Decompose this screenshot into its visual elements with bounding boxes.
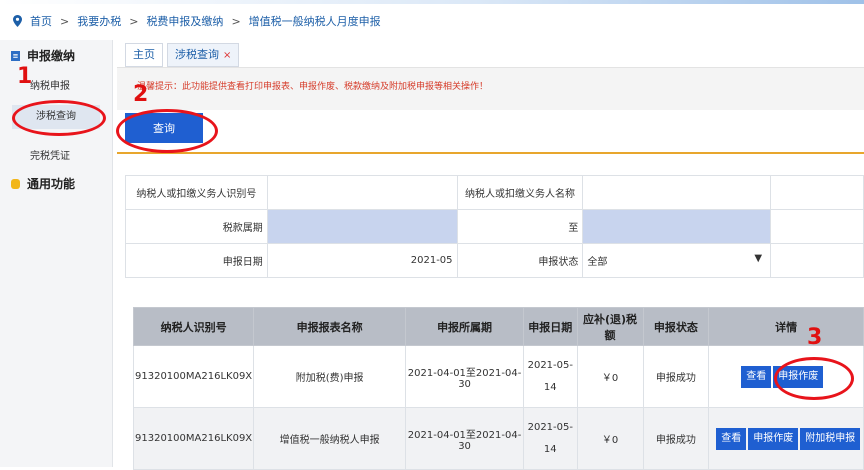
breadcrumb-separator: > [129, 14, 139, 28]
taxpayer-id-label: 纳税人或扣缴义务人识别号 [125, 175, 268, 210]
annotation-number: 2 [133, 82, 149, 107]
hint-text: 温馨提示：此功能提供查看打印申报表、申报作废、税款缴纳及附加税申报等相关操作！ [137, 82, 489, 92]
annotation-ring [774, 357, 854, 400]
sidebar-section-filing[interactable]: ≡ 申报缴纳 [11, 47, 75, 64]
column-header: 申报状态 [642, 307, 710, 346]
breadcrumb-separator: > [231, 14, 241, 28]
hint-banner: 温馨提示：此功能提供查看打印申报表、申报作废、税款缴纳及附加税申报等相关操作！ [117, 67, 864, 110]
status-label: 申报状态 [456, 243, 584, 278]
view-button[interactable]: 查看 [716, 427, 747, 450]
top-bar: 首页 > 我要办税 > 税费申报及缴纳 > 增值税一般纳税人月度申报 [0, 0, 864, 40]
annotation-number: 3 [807, 325, 823, 350]
surtax-filing-button[interactable]: 附加税申报 [800, 427, 861, 450]
tab-home[interactable]: 主页 [125, 43, 163, 67]
location-pin-icon [13, 15, 22, 27]
column-header: 申报所属期 [405, 307, 525, 346]
taxpayer-id-cell: 91320100MA216LK09X [132, 345, 255, 408]
date-input[interactable]: 2021-05 [266, 243, 458, 278]
breadcrumb-home[interactable]: 首页 [30, 13, 52, 29]
chevron-down-icon: ▼ [754, 253, 763, 264]
annotation-ring [12, 100, 106, 136]
empty-cell [770, 175, 864, 210]
date-label: 申报日期 [125, 243, 268, 278]
column-header: 应补(退)税额 [576, 307, 644, 346]
breadcrumb: 首页 > 我要办税 > 税费申报及缴纳 > 增值税一般纳税人月度申报 [13, 13, 381, 29]
column-header: 申报报表名称 [253, 307, 407, 346]
status-select[interactable]: 全部 ▼ [582, 243, 772, 278]
sidebar-section-common[interactable]: 通用功能 [11, 175, 75, 192]
annotation-number: 1 [17, 64, 33, 89]
tab-tax-query[interactable]: 涉税查询 × [167, 43, 240, 67]
breadcrumb-separator: > [60, 14, 70, 28]
date-cell: 2021-05- 14 [523, 345, 578, 408]
column-header: 纳税人识别号 [132, 307, 255, 346]
void-filing-button[interactable]: 申报作废 [748, 427, 799, 450]
sidebar-item-tax-certificate[interactable]: 完税凭证 [30, 147, 70, 162]
sidebar-section-label: 通用功能 [27, 177, 76, 191]
tab-bar: 主页 涉税查询 × [125, 43, 240, 67]
actions-cell: 查看 申报作废 附加税申报 [708, 407, 864, 470]
result-table: 纳税人识别号 申报报表名称 申报所属期 申报日期 应补(退)税额 申报状态 详情… [132, 307, 864, 470]
breadcrumb-current: 增值税一般纳税人月度申报 [248, 15, 381, 28]
table-row: 91320100MA216LK09X 增值税一般纳税人申报 2021-04-01… [132, 407, 864, 470]
period-from-input[interactable] [266, 209, 458, 244]
breadcrumb-tax-filing[interactable]: 税费申报及缴纳 [146, 13, 223, 29]
column-header: 详情 [708, 307, 864, 346]
amount-cell: ￥0 [576, 407, 644, 470]
report-name-cell: 增值税一般纳税人申报 [253, 407, 407, 470]
sidebar-section-label: 申报缴纳 [27, 49, 76, 63]
period-label: 税款属期 [125, 209, 268, 244]
table-row: 91320100MA216LK09X 附加税(费)申报 2021-04-01至2… [132, 345, 864, 408]
period-cell: 2021-04-01至2021-04-30 [405, 345, 525, 408]
period-to-label: 至 [456, 209, 584, 244]
taxpayer-id-value [266, 175, 458, 210]
taxpayer-id-cell: 91320100MA216LK09X [132, 407, 255, 470]
taxpayer-name-label: 纳税人或扣缴义务人名称 [456, 175, 584, 210]
sidebar-item-tax-filing[interactable]: 纳税申报 [30, 77, 70, 92]
query-form: 纳税人或扣缴义务人识别号 纳税人或扣缴义务人名称 税款属期 至 申报日期 202… [125, 175, 864, 278]
view-button[interactable]: 查看 [741, 365, 772, 388]
amount-cell: ￥0 [576, 345, 644, 408]
table-header-row: 纳税人识别号 申报报表名称 申报所属期 申报日期 应补(退)税额 申报状态 详情 [132, 307, 864, 346]
status-select-value: 全部 [587, 257, 608, 268]
breadcrumb-my-tax[interactable]: 我要办税 [77, 13, 121, 29]
date-cell: 2021-05- 14 [523, 407, 578, 470]
annotation-ring [116, 109, 218, 153]
chat-bubble-icon [11, 178, 20, 189]
empty-cell [770, 243, 864, 278]
status-cell: 申报成功 [642, 345, 710, 408]
status-cell: 申报成功 [642, 407, 710, 470]
filing-icon: ≡ [11, 50, 20, 61]
top-accent-strip [0, 0, 864, 4]
close-icon[interactable]: × [223, 50, 231, 61]
empty-cell [770, 209, 864, 244]
divider [117, 152, 864, 154]
taxpayer-name-value [582, 175, 772, 210]
column-header: 申报日期 [523, 307, 578, 346]
period-cell: 2021-04-01至2021-04-30 [405, 407, 525, 470]
report-name-cell: 附加税(费)申报 [253, 345, 407, 408]
period-to-input[interactable] [582, 209, 772, 244]
